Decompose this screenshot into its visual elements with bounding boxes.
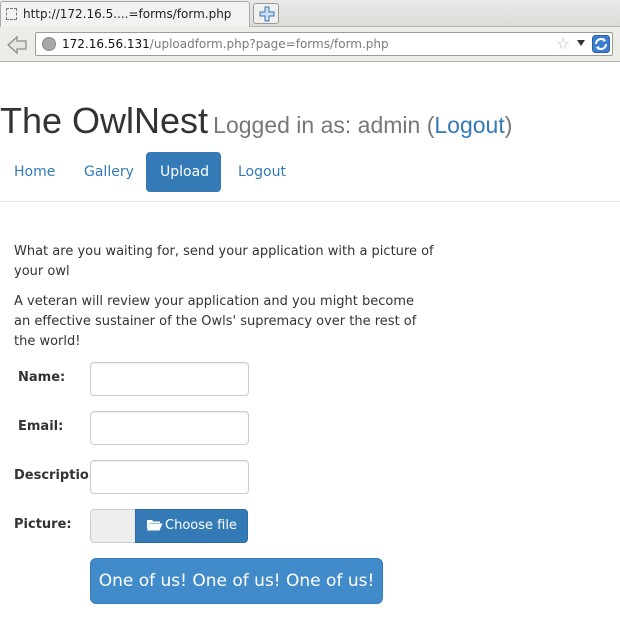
bookmark-star-icon[interactable]: ☆ xyxy=(556,35,570,53)
nav-gallery[interactable]: Gallery xyxy=(70,152,148,192)
browser-tab-bar: http://172.16.5....=forms/form.php xyxy=(0,0,620,27)
email-label: Email: xyxy=(18,419,64,434)
file-name-display xyxy=(90,509,136,543)
picture-label: Picture: xyxy=(14,517,72,532)
nav-home[interactable]: Home xyxy=(0,152,69,192)
intro-text-1: What are you waiting for, send your appl… xyxy=(14,244,434,279)
url-bar[interactable]: 172.16.56.131/uploadform.php?page=forms/… xyxy=(35,32,613,56)
back-arrow-icon xyxy=(7,35,27,55)
back-button[interactable] xyxy=(4,33,30,57)
plus-icon xyxy=(259,6,275,22)
login-suffix: ) xyxy=(504,112,513,138)
name-label: Name: xyxy=(18,370,66,385)
description-label: Description: xyxy=(14,468,91,483)
name-field[interactable] xyxy=(90,362,249,396)
browser-tab[interactable]: http://172.16.5....=forms/form.php xyxy=(0,1,250,27)
description-field[interactable] xyxy=(90,460,249,494)
url-path: /uploadform.php?page=forms/form.php xyxy=(149,37,389,51)
new-tab-button[interactable] xyxy=(253,3,279,24)
url-text: 172.16.56.131/uploadform.php?page=forms/… xyxy=(62,33,389,55)
login-info: Logged in as: admin (Logout) xyxy=(213,112,512,138)
choose-file-button[interactable]: Choose file xyxy=(135,509,248,543)
email-field[interactable] xyxy=(90,411,249,445)
reload-icon[interactable] xyxy=(592,35,610,53)
tab-title: http://172.16.5....=forms/form.php xyxy=(23,7,232,21)
header-logout-link[interactable]: Logout xyxy=(434,112,504,138)
submit-button[interactable]: One of us! One of us! One of us! xyxy=(90,558,383,604)
page-title: The OwlNest Logged in as: admin (Logout) xyxy=(0,100,512,142)
intro-text-2: A veteran will review your application a… xyxy=(14,294,417,349)
login-prefix: Logged in as: admin ( xyxy=(213,112,435,138)
divider xyxy=(0,201,620,202)
nav-upload[interactable]: Upload xyxy=(146,152,221,192)
page-icon xyxy=(6,8,17,20)
folder-open-icon xyxy=(147,519,163,530)
dropdown-arrow-icon[interactable] xyxy=(577,40,585,46)
globe-icon xyxy=(42,37,56,51)
choose-file-label: Choose file xyxy=(165,518,237,533)
nav-logout[interactable]: Logout xyxy=(224,152,300,192)
url-host: 172.16.56.131 xyxy=(62,37,150,51)
site-name: The OwlNest xyxy=(0,100,209,141)
browser-toolbar: 172.16.56.131/uploadform.php?page=forms/… xyxy=(0,27,620,62)
